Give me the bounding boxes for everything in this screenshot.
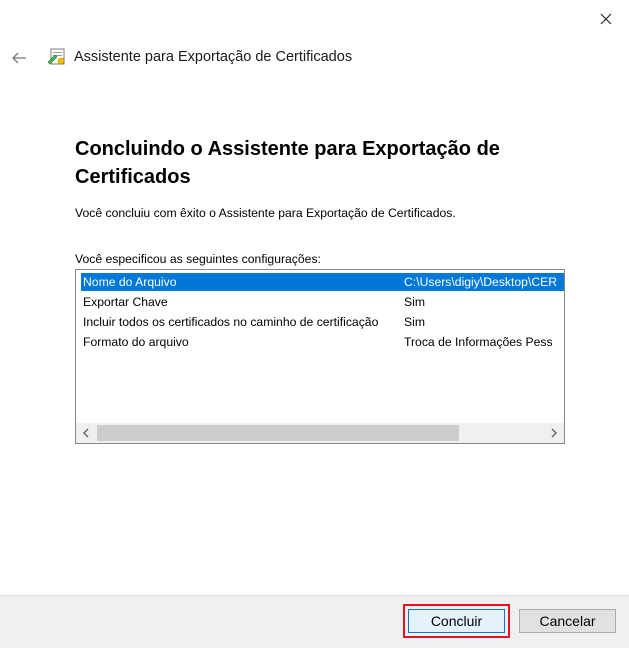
page-heading: Concluindo o Assistente para Exportação … [75,138,500,188]
settings-list[interactable]: Nome do Arquivo C:\Users\digiy\Desktop\C… [75,269,565,444]
scrollbar-thumb[interactable] [97,425,459,441]
setting-name: Exportar Chave [83,295,168,309]
setting-name: Incluir todos os certificados no caminho… [83,315,379,329]
completion-description: Você concluiu com êxito o Assistente par… [75,206,456,220]
list-item[interactable]: Exportar Chave Sim [81,293,564,311]
finish-button[interactable]: Concluir [403,604,510,638]
setting-value: Troca de Informações Pess [404,335,553,349]
window-title: Assistente para Exportação de Certificad… [74,49,353,65]
list-item[interactable]: Incluir todos os certificados no caminho… [81,313,564,331]
list-item[interactable]: Nome do Arquivo C:\Users\digiy\Desktop\C… [81,273,564,291]
back-arrow-icon [12,52,26,64]
setting-value: C:\Users\digiy\Desktop\CER [404,275,558,289]
chevron-right-icon [551,428,557,438]
list-item[interactable]: Formato do arquivo Troca de Informações … [81,333,564,351]
certificate-wizard-icon [46,46,68,68]
close-button[interactable] [595,8,617,30]
back-button[interactable] [8,47,30,69]
setting-value: Sim [404,315,425,329]
setting-name: Nome do Arquivo [83,275,177,289]
scroll-right-button[interactable] [544,423,564,443]
settings-list-label: Você especificou as seguintes configuraç… [75,252,321,266]
close-icon [600,13,612,25]
setting-name: Formato do arquivo [83,335,189,349]
cancel-button[interactable]: Cancelar [519,609,616,633]
chevron-left-icon [83,428,89,438]
setting-value: Sim [404,295,425,309]
horizontal-scrollbar[interactable] [76,423,564,443]
scroll-left-button[interactable] [76,423,96,443]
